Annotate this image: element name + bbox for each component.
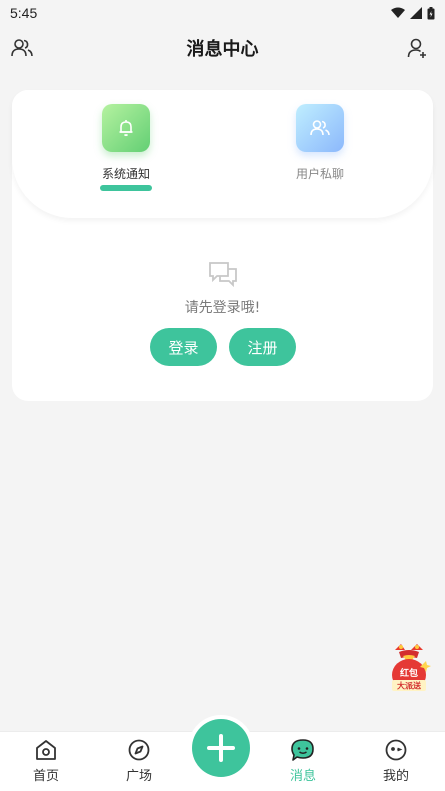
nav-item-mine[interactable]: 我的: [366, 738, 426, 784]
message-icon: [291, 738, 315, 762]
login-prompt-text: 请先登录哦!: [184, 300, 261, 316]
register-button[interactable]: 注册: [229, 328, 296, 366]
status-bar: 5:45: [0, 0, 445, 26]
add-user-icon[interactable]: [405, 36, 429, 60]
publish-button[interactable]: [192, 719, 250, 777]
signal-icon: [410, 7, 422, 19]
nav-label-home: 首页: [32, 769, 59, 784]
nav-label-square: 广场: [125, 769, 152, 784]
header-bar: 消息中心: [0, 26, 445, 70]
friends-icon[interactable]: [10, 36, 34, 60]
red-packet-text-2: 大派送: [397, 681, 422, 691]
status-icons: [391, 6, 435, 20]
red-packet-promo[interactable]: 红包 大派送: [385, 642, 433, 694]
compass-icon: [127, 738, 151, 762]
active-tab-indicator: [100, 185, 152, 191]
login-button[interactable]: 登录: [150, 328, 217, 366]
plus-icon: [207, 734, 235, 762]
users-icon: [296, 104, 344, 152]
battery-icon: [427, 6, 435, 19]
nav-label-mine: 我的: [382, 769, 409, 784]
chat-bubbles-icon: [209, 262, 237, 288]
tab-label-system-notice: 系统通知: [101, 167, 150, 181]
tab-system-notice[interactable]: 系统通知: [66, 104, 186, 191]
wifi-icon: [391, 7, 405, 18]
nav-item-messages[interactable]: 消息: [273, 738, 333, 784]
bell-icon: [102, 104, 150, 152]
tab-private-chat[interactable]: 用户私聊: [260, 104, 380, 182]
message-card: 系统通知 用户私聊 请先登录哦! 登录 注册: [12, 90, 433, 401]
message-tabs: 系统通知 用户私聊: [12, 90, 433, 218]
nav-item-square[interactable]: 广场: [109, 738, 169, 784]
profile-icon: [384, 738, 408, 762]
red-packet-text-1: 红包: [400, 667, 418, 679]
home-icon: [34, 738, 58, 762]
page-title: 消息中心: [186, 39, 259, 60]
nav-item-home[interactable]: 首页: [16, 738, 76, 784]
status-time: 5:45: [10, 5, 38, 21]
nav-label-messages: 消息: [289, 769, 316, 784]
tab-label-private-chat: 用户私聊: [295, 167, 344, 181]
